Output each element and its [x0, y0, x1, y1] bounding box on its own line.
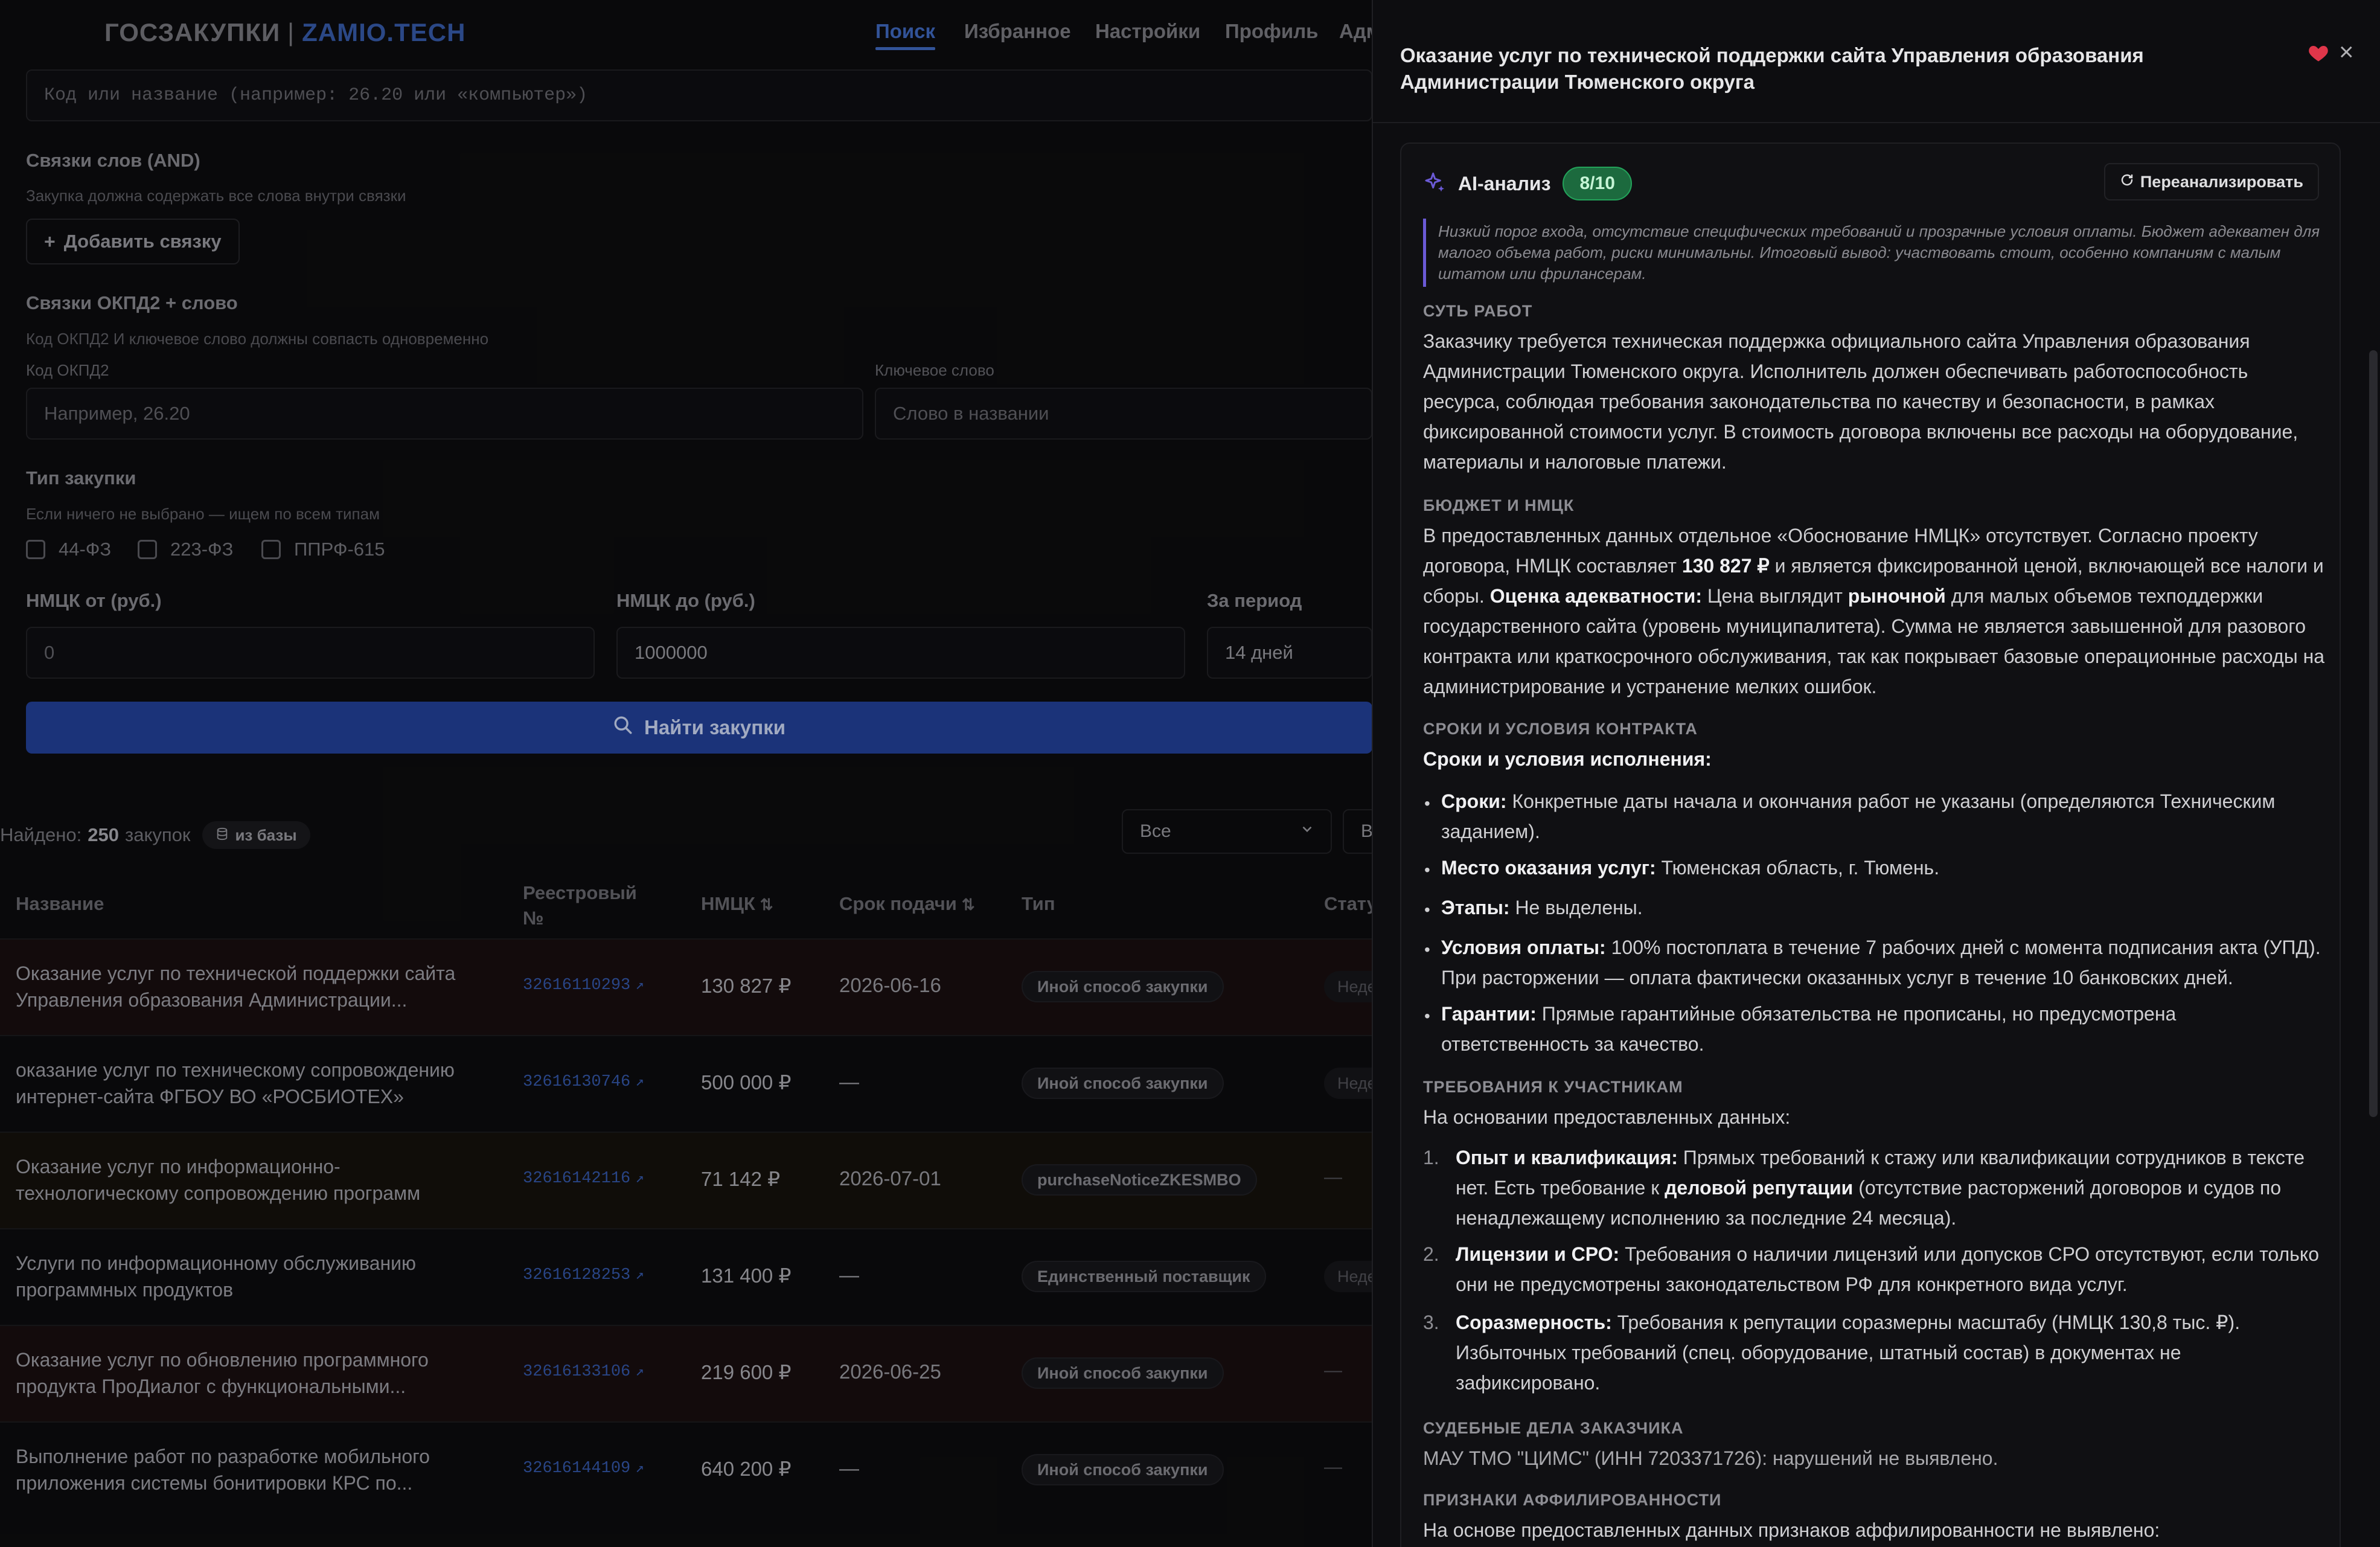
item-number: 3.: [1423, 1312, 1439, 1333]
budget-text: В предоставленных данных отдельное «Обос…: [1423, 520, 2329, 702]
section-heading-scope: СУТЬ РАБОТ: [1423, 302, 1533, 320]
budget-text-part: Цена выглядит: [1707, 585, 1843, 607]
ai-summary: Низкий порог входа, отсутствие специфиче…: [1423, 219, 2323, 287]
court-text: МАУ ТМО "ЦИМС" (ИНН 7203371726): нарушен…: [1423, 1447, 1998, 1469]
terms-item: Сроки: Конкретные даты начала и окончани…: [1423, 786, 2329, 847]
terms-item-text: Прямые гарантийные обязательства не проп…: [1441, 1003, 2177, 1055]
requirements-item-label: Опыт и квалификация:: [1456, 1147, 1678, 1168]
sparkle-icon: [1423, 171, 1447, 196]
terms-item-label: Условия оплаты:: [1441, 937, 1606, 958]
ai-analysis-header: AI-анализ 8/10: [1423, 167, 1632, 200]
panel-title: Оказание услуг по технической поддержки …: [1400, 44, 2144, 93]
terms-item: Место оказания услуг: Тюменская область,…: [1423, 853, 2329, 885]
terms-item-text: Не выделены.: [1515, 897, 1643, 918]
budget-assessment-label: Оценка адекватности:: [1489, 585, 1702, 607]
terms-item-label: Гарантии:: [1441, 1003, 1537, 1025]
requirements-item-highlight: деловой репутации: [1665, 1177, 1854, 1199]
score-badge: 8/10: [1563, 167, 1632, 200]
reanalyze-label: Переанализировать: [2140, 172, 2303, 191]
terms-item-text: Конкретные даты начала и окончания работ…: [1441, 790, 2276, 842]
requirements-item: 2. Лицензии и СРО: Требования о наличии …: [1423, 1239, 2329, 1299]
detail-panel: Оказание услуг по технической поддержки …: [1372, 0, 2380, 1547]
terms-item: Этапы: Не выделены.: [1423, 892, 2329, 925]
budget-assessment-value: рыночной: [1847, 585, 1946, 607]
section-heading-budget: БЮДЖЕТ И НМЦК: [1423, 496, 1575, 514]
terms-item-text: Тюменская область, г. Тюмень.: [1661, 857, 1940, 879]
affiliation-text: На основе предоставленных данных признак…: [1423, 1519, 2160, 1541]
section-heading-requirements: ТРЕБОВАНИЯ К УЧАСТНИКАМ: [1423, 1078, 1683, 1096]
section-heading-court: СУДЕБНЫЕ ДЕЛА ЗАКАЗЧИКА: [1423, 1419, 1684, 1437]
item-number: 2.: [1423, 1243, 1439, 1265]
requirements-item: 1. Опыт и квалификация: Прямых требовани…: [1423, 1142, 2329, 1233]
panel-header-divider: [1373, 122, 2380, 123]
ai-analysis-card: AI-анализ 8/10 Переанализировать Низкий …: [1400, 143, 2341, 1547]
modal-backdrop[interactable]: [0, 0, 1372, 1547]
terms-item-label: Этапы:: [1441, 897, 1510, 918]
scope-text: Заказчику требуется техническая поддержк…: [1423, 330, 2298, 473]
close-icon[interactable]: ×: [2339, 39, 2354, 65]
terms-item-label: Сроки:: [1441, 790, 1507, 812]
scrollbar-thumb[interactable]: [2369, 350, 2378, 1117]
heart-icon[interactable]: [2308, 42, 2329, 64]
terms-item: Условия оплаты: 100% постоплата в течени…: [1423, 932, 2329, 993]
reanalyze-button[interactable]: Переанализировать: [2103, 163, 2319, 200]
ai-analysis-label: AI-анализ: [1458, 172, 1551, 194]
refresh-icon: [2120, 173, 2134, 191]
terms-item-label: Место оказания услуг:: [1441, 857, 1656, 879]
terms-subheading: Сроки и условия исполнения:: [1423, 748, 1712, 770]
requirements-item: 3. Соразмерность: Требования к репутации…: [1423, 1307, 2329, 1398]
section-heading-affiliation: ПРИЗНАКИ АФФИЛИРОВАННОСТИ: [1423, 1491, 1722, 1509]
terms-item: Гарантии: Прямые гарантийные обязательст…: [1423, 999, 2329, 1059]
budget-amount: 130 827 ₽: [1681, 555, 1770, 577]
requirements-item-label: Соразмерность:: [1456, 1312, 1612, 1333]
item-number: 1.: [1423, 1147, 1439, 1168]
section-heading-terms: СРОКИ И УСЛОВИЯ КОНТРАКТА: [1423, 720, 1698, 738]
requirements-intro: На основании предоставленных данных:: [1423, 1106, 1791, 1128]
requirements-item-label: Лицензии и СРО:: [1456, 1243, 1620, 1265]
